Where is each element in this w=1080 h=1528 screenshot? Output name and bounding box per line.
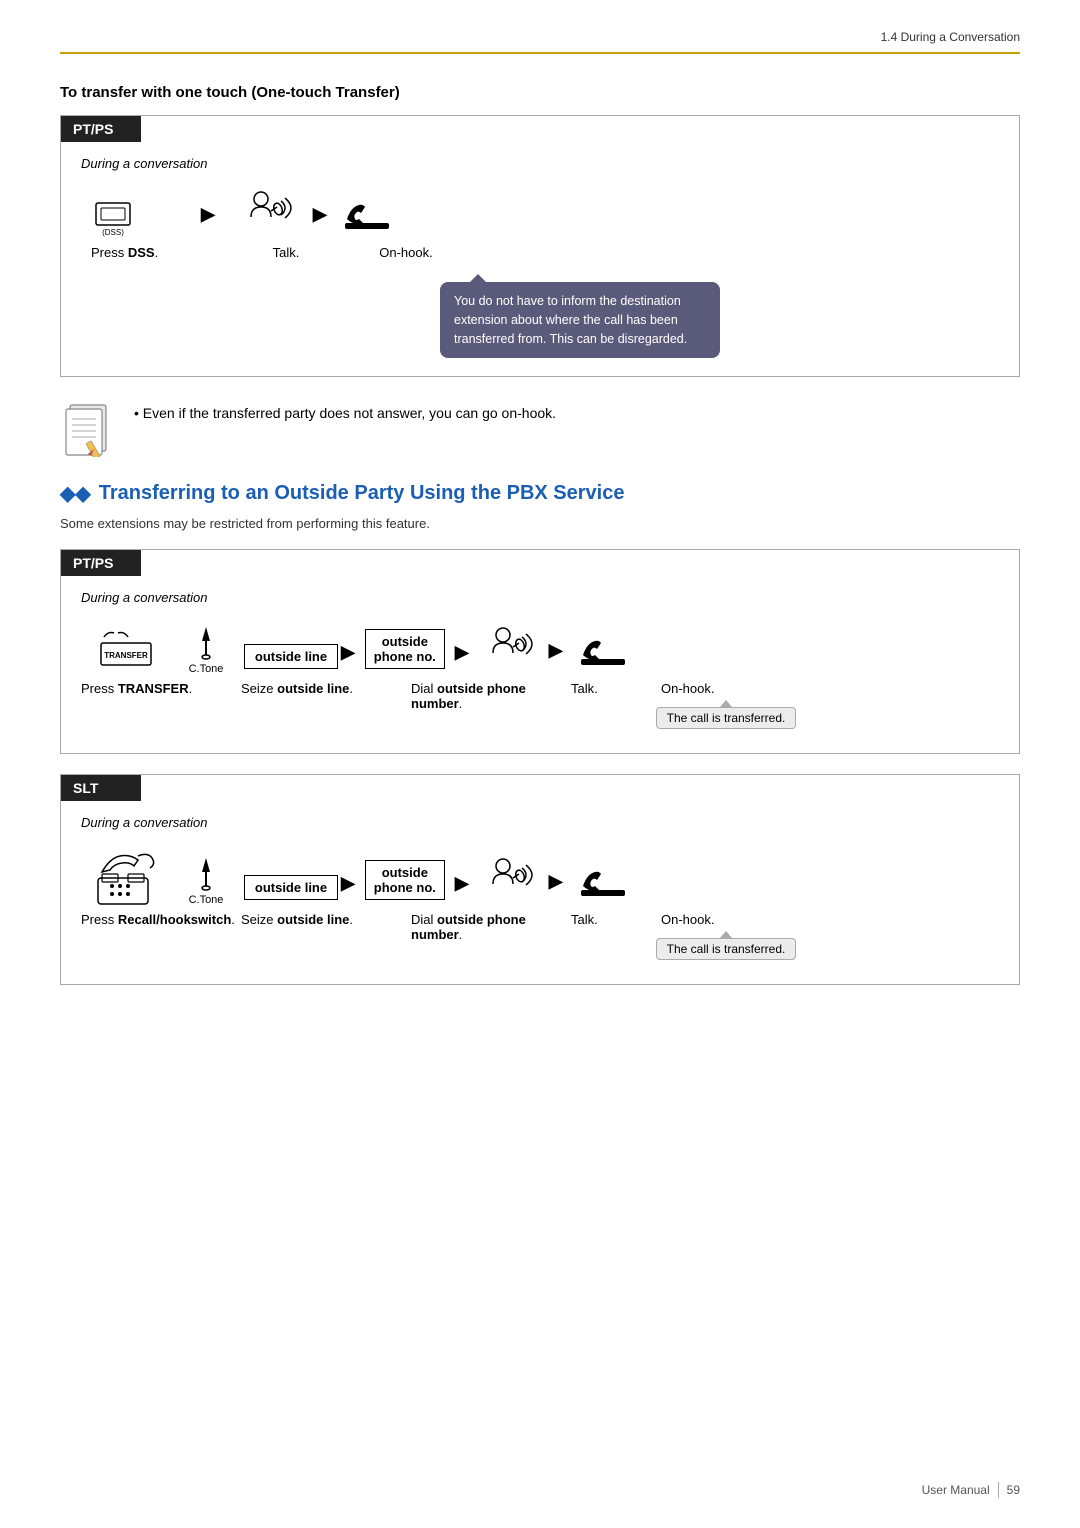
label-press-recall: Press Recall/hookswitch.: [81, 912, 241, 927]
label-talk-1: Talk.: [221, 245, 351, 260]
transfer-note-1: The call is transferred.: [661, 700, 791, 729]
section1-icons-row: (DSS) ▶: [81, 189, 999, 239]
transfer-note-text-2: The call is transferred.: [656, 938, 797, 960]
onhook-phone-icon-1: [337, 189, 397, 239]
arrow-4: ▶: [455, 642, 469, 675]
note-text: Even if the transferred party does not a…: [143, 405, 556, 421]
during-label-3: During a conversation: [81, 815, 999, 830]
label-dial-outside-1: Dial outside phonenumber.: [411, 681, 571, 711]
arrow-6: ▶: [341, 873, 355, 906]
during-label-2: During a conversation: [81, 590, 999, 605]
footer-divider: [998, 1482, 999, 1498]
transfer-note-2: The call is transferred.: [661, 931, 791, 960]
notepad-icon: [60, 397, 118, 457]
ptps-box-1: PT/PS During a conversation (DSS) ▶: [60, 115, 1020, 377]
footer-label: User Manual: [922, 1483, 990, 1497]
outside-line-btn-1: outside line: [241, 644, 341, 675]
slt-label: SLT: [61, 775, 141, 801]
dss-icon-cell: (DSS): [81, 195, 201, 239]
dss-icon: (DSS): [91, 195, 145, 239]
label-onhook-2: On-hook. The call is transferred.: [661, 681, 791, 729]
outside-phone-no-btn-2: outsidephone no.: [355, 860, 455, 906]
label-talk-2: Talk.: [571, 681, 661, 696]
arrow-7: ▶: [455, 873, 469, 906]
outside-line-btn-2: outside line: [241, 875, 341, 906]
person-talking-icon-2: [479, 625, 539, 675]
ptps-label-1: PT/PS: [61, 116, 141, 142]
outside-line-label-1: outside line: [244, 644, 338, 669]
transfer-button-icon: TRANSFER: [96, 625, 156, 675]
section2-title: ◆◆ Transferring to an Outside Party Usin…: [60, 481, 1020, 506]
recall-hookswitch-icon: [92, 848, 160, 906]
talk-icon-cell-3: [469, 856, 549, 906]
ctone-label-1: C.Tone: [189, 663, 224, 675]
during-label-1: During a conversation: [81, 156, 999, 171]
label-seize-outside-2: Seize outside line.: [241, 912, 411, 927]
transfer-btn-icon: TRANSFER: [81, 625, 171, 675]
ctone-icon-2: [192, 854, 220, 892]
talk-icon-cell-2: [469, 625, 549, 675]
arrow-3: ▶: [341, 642, 355, 675]
outside-phone-no-label-2: outsidephone no.: [365, 860, 445, 900]
ctone-icon-cell-2: C.Tone: [171, 854, 241, 906]
transfer-note-text-1: The call is transferred.: [656, 707, 797, 729]
ctone-icon-1: [192, 623, 220, 661]
callout-bubble-1: You do not have to inform the destinatio…: [440, 274, 720, 358]
bubble-text-1: You do not have to inform the destinatio…: [454, 294, 687, 346]
label-press-transfer: Press TRANSFER.: [81, 681, 241, 696]
talk-icon-cell-1: [223, 189, 313, 239]
svg-text:(DSS): (DSS): [102, 228, 124, 237]
arrow-8: ▶: [549, 871, 563, 906]
header-title: 1.4 During a Conversation: [881, 30, 1020, 44]
section2-box1-icons-row: TRANSFER C.Tone outside line ▶: [81, 623, 999, 675]
outside-line-label-2: outside line: [244, 875, 338, 900]
ctone-label-2: C.Tone: [189, 894, 224, 906]
onhook-phone-icon-2: [573, 625, 633, 675]
section2-subtitle: Some extensions may be restricted from p…: [60, 516, 1020, 531]
label-talk-3: Talk.: [571, 912, 661, 927]
page-footer: User Manual 59: [922, 1482, 1020, 1498]
section1-heading: To transfer with one touch (One-touch Tr…: [60, 84, 1020, 101]
onhook-icon-cell-1: [327, 189, 407, 239]
note-row: • Even if the transferred party does not…: [60, 397, 1020, 457]
label-press-dss: Press DSS.: [81, 245, 221, 260]
svg-text:TRANSFER: TRANSFER: [104, 651, 148, 660]
onhook-phone-icon-3: [573, 856, 633, 906]
bullet-dot: •: [134, 405, 143, 421]
label-seize-outside-1: Seize outside line.: [241, 681, 411, 696]
footer-page: 59: [1007, 1483, 1020, 1497]
label-dial-outside-2: Dial outside phonenumber.: [411, 912, 571, 942]
outside-phone-no-label-1: outsidephone no.: [365, 629, 445, 669]
note-book-icon: [60, 397, 120, 457]
onhook-icon-cell-2: [563, 625, 643, 675]
label-onhook-3: On-hook. The call is transferred.: [661, 912, 791, 960]
page-header: 1.4 During a Conversation: [60, 30, 1020, 54]
arrow-2: ▶: [313, 204, 327, 239]
diamonds-icon: ◆◆: [60, 481, 91, 506]
recall-icon-cell: [81, 848, 171, 906]
label-onhook-1: On-hook.: [351, 245, 461, 260]
ptps-box-2: PT/PS During a conversation TRANSFER: [60, 549, 1020, 754]
onhook-icon-cell-3: [563, 856, 643, 906]
slt-box: SLT During a conversation: [60, 774, 1020, 985]
person-talking-icon-3: [479, 856, 539, 906]
ctone-icon-cell-1: C.Tone: [171, 623, 241, 675]
arrow-1: ▶: [201, 204, 223, 239]
person-talking-icon-1: [233, 189, 303, 239]
arrow-5: ▶: [549, 640, 563, 675]
outside-phone-no-btn-1: outsidephone no.: [355, 629, 455, 675]
ptps-label-2: PT/PS: [61, 550, 141, 576]
slt-icons-row: C.Tone outside line ▶ outsidephone no. ▶: [81, 848, 999, 906]
